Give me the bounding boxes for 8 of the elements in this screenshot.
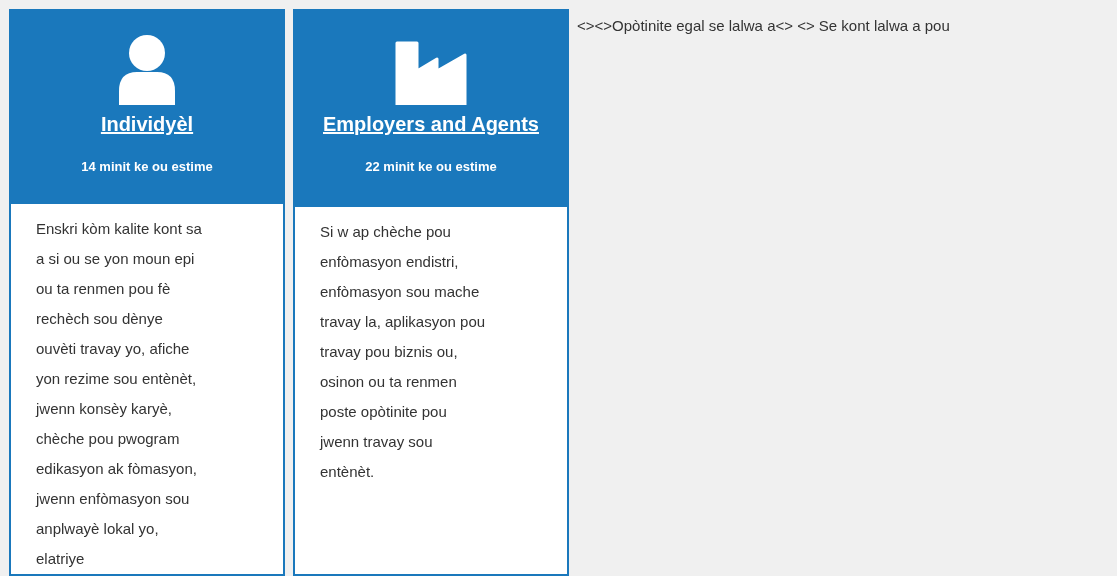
card-description: Enskri kòm kalite kont sa a si ou se yon moun epi ou ta renmen pou fè rechèch sou dènye ouvèti travay yo, afiche yon rezime sou entènèt, jwenn konsèy karyè, chèche pou pwogram edikasyon ak fòmasyon, jwenn enfòmasyon sou anplwayè lokal yo, elatriye — [34, 219, 203, 569]
time-estimate: 22 minit ke ou estime — [365, 158, 497, 176]
notice-text: <><>Opòtinite egal se lalwa a<> <> Se kont lalwa a pou — [577, 16, 950, 36]
card-title-link[interactable]: Individyèl — [100, 109, 194, 139]
factory-icon — [395, 41, 467, 105]
card-title-link[interactable]: Employers and Agents — [323, 109, 539, 139]
card-description: Si w ap chèche pou enfòmasyon endistri, enfòmasyon sou mache travay la, aplikasyon pou travay pou biznis ou, osinon ou ta renmen poste opòtinite pou jwenn travay sou entènèt. — [318, 222, 487, 482]
time-estimate: 14 minit ke ou estime — [81, 158, 213, 176]
